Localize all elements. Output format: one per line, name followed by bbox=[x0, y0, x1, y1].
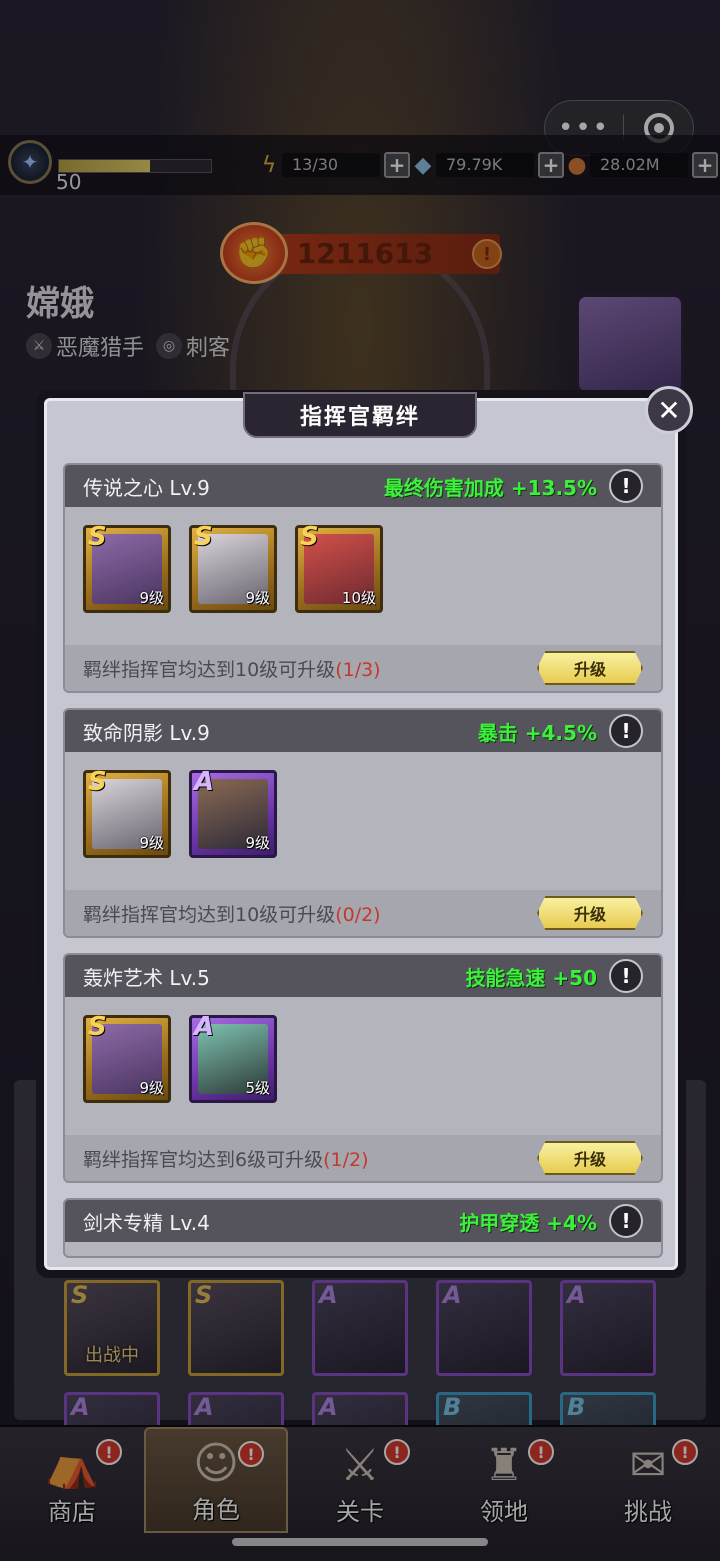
bond-card: 剑术专精 Lv.4 护甲穿透 +4% ! bbox=[63, 1198, 663, 1258]
hero-card[interactable]: S 9级 bbox=[83, 767, 171, 858]
bond-bonus: 技能急速 +50 bbox=[465, 965, 597, 990]
bond-footer: 羁绊指挥官均达到6级可升级(1/2) 升级 bbox=[65, 1135, 661, 1181]
hero-rank: S bbox=[300, 522, 319, 552]
hero-rank: S bbox=[88, 1012, 107, 1042]
info-icon[interactable]: ! bbox=[609, 714, 643, 748]
requirement-progress: (0/2) bbox=[335, 903, 381, 926]
commander-bond-dialog: 传说之心 Lv.9 最终伤害加成 +13.5% ! S 9级 S 9级 S 10… bbox=[36, 390, 686, 1278]
bond-requirement: 羁绊指挥官均达到10级可升级(1/3) bbox=[83, 655, 381, 682]
hero-level: 5级 bbox=[245, 1079, 270, 1097]
bond-heroes: S 9级 A 5级 bbox=[65, 997, 661, 1135]
bond-heroes: S 9级 S 9级 S 10级 bbox=[65, 507, 661, 645]
bond-header: 致命阴影 Lv.9 暴击 +4.5% ! bbox=[65, 710, 661, 752]
info-icon[interactable]: ! bbox=[609, 959, 643, 993]
bond-name: 剑术专精 Lv.4 bbox=[83, 1210, 210, 1235]
bond-footer: 羁绊指挥官均达到10级可升级(0/2) 升级 bbox=[65, 890, 661, 936]
hero-rank: A bbox=[194, 1012, 215, 1042]
bond-name: 传说之心 Lv.9 bbox=[83, 475, 210, 500]
upgrade-button[interactable]: 升级 bbox=[537, 896, 643, 930]
dialog-title: 指挥官羁绊 bbox=[299, 405, 420, 430]
hero-rank: A bbox=[194, 767, 215, 797]
bond-card: 致命阴影 Lv.9 暴击 +4.5% ! S 9级 A 9级 羁绊指挥官均达到1… bbox=[63, 708, 663, 938]
bond-name: 轰炸艺术 Lv.5 bbox=[83, 965, 210, 990]
bond-requirement: 羁绊指挥官均达到10级可升级(0/2) bbox=[83, 900, 381, 927]
info-icon[interactable]: ! bbox=[609, 469, 643, 503]
requirement-text: 羁绊指挥官均达到10级可升级 bbox=[83, 903, 336, 926]
bond-bonus: 暴击 +4.5% bbox=[477, 720, 597, 745]
info-icon[interactable]: ! bbox=[609, 1204, 643, 1238]
hero-level: 9级 bbox=[245, 834, 270, 852]
bond-header: 剑术专精 Lv.4 护甲穿透 +4% ! bbox=[65, 1200, 661, 1242]
requirement-text: 羁绊指挥官均达到6级可升级 bbox=[83, 1148, 324, 1171]
hero-rank: S bbox=[194, 522, 213, 552]
close-button[interactable]: ✕ bbox=[645, 386, 693, 434]
hero-level: 10级 bbox=[341, 589, 376, 607]
hero-rank: S bbox=[88, 767, 107, 797]
hero-level: 9级 bbox=[139, 1079, 164, 1097]
bond-header: 传说之心 Lv.9 最终伤害加成 +13.5% ! bbox=[65, 465, 661, 507]
hero-level: 9级 bbox=[245, 589, 270, 607]
dialog-body: 传说之心 Lv.9 最终伤害加成 +13.5% ! S 9级 S 9级 S 10… bbox=[44, 398, 678, 1270]
bond-requirement: 羁绊指挥官均达到6级可升级(1/2) bbox=[83, 1145, 369, 1172]
bond-card: 轰炸艺术 Lv.5 技能急速 +50 ! S 9级 A 5级 羁绊指挥官均达到6… bbox=[63, 953, 663, 1183]
bond-footer: 羁绊指挥官均达到10级可升级(1/3) 升级 bbox=[65, 645, 661, 691]
hero-card[interactable]: A 9级 bbox=[189, 767, 277, 858]
requirement-progress: (1/2) bbox=[323, 1148, 369, 1171]
bond-heroes: S 9级 A 9级 bbox=[65, 752, 661, 890]
hero-card[interactable]: S 9级 bbox=[189, 522, 277, 613]
upgrade-button[interactable]: 升级 bbox=[537, 651, 643, 685]
hero-card[interactable]: S 9级 bbox=[83, 1012, 171, 1103]
dialog-title-banner: 指挥官羁绊 bbox=[243, 392, 477, 438]
bond-card: 传说之心 Lv.9 最终伤害加成 +13.5% ! S 9级 S 9级 S 10… bbox=[63, 463, 663, 693]
hero-level: 9级 bbox=[139, 834, 164, 852]
hero-card[interactable]: S 9级 bbox=[83, 522, 171, 613]
hero-level: 9级 bbox=[139, 589, 164, 607]
hero-card[interactable]: S 10级 bbox=[295, 522, 383, 613]
bond-bonus: 最终伤害加成 +13.5% bbox=[383, 475, 597, 500]
bond-header: 轰炸艺术 Lv.5 技能急速 +50 ! bbox=[65, 955, 661, 997]
requirement-text: 羁绊指挥官均达到10级可升级 bbox=[83, 658, 336, 681]
hero-rank: S bbox=[88, 522, 107, 552]
upgrade-button[interactable]: 升级 bbox=[537, 1141, 643, 1175]
requirement-progress: (1/3) bbox=[335, 658, 381, 681]
bond-name: 致命阴影 Lv.9 bbox=[83, 720, 210, 745]
hero-card[interactable]: A 5级 bbox=[189, 1012, 277, 1103]
bond-bonus: 护甲穿透 +4% bbox=[459, 1210, 597, 1235]
